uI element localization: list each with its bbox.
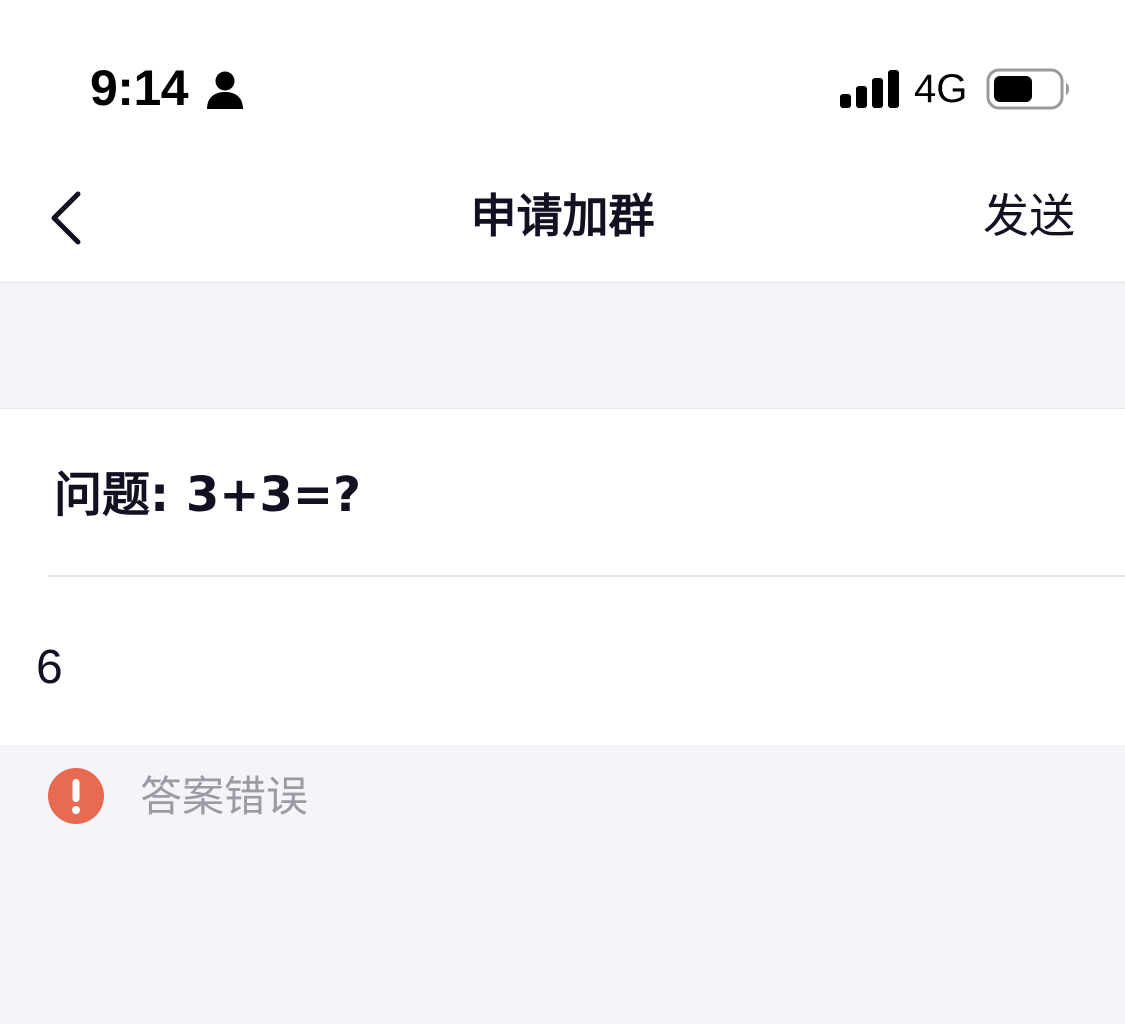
- question-label: 问题: 3+3=?: [54, 467, 361, 523]
- send-button[interactable]: 发送: [983, 188, 1075, 244]
- status-time: 9:14: [90, 60, 189, 116]
- answer-input[interactable]: [36, 637, 1076, 697]
- navigation-bar: 申请加群 发送: [0, 150, 1125, 283]
- divider: [48, 575, 1125, 577]
- network-type-label: 4G: [914, 67, 968, 111]
- status-bar: 9:14 4G: [0, 0, 1125, 150]
- page-title: 申请加群: [470, 189, 655, 243]
- question-card: 问题: 3+3=?: [0, 408, 1125, 745]
- person-icon: [207, 71, 243, 109]
- exclamation-icon: [48, 768, 104, 824]
- error-text: 答案错误: [140, 772, 309, 821]
- signal-bars-icon: [840, 70, 899, 108]
- battery-icon: [986, 68, 1069, 110]
